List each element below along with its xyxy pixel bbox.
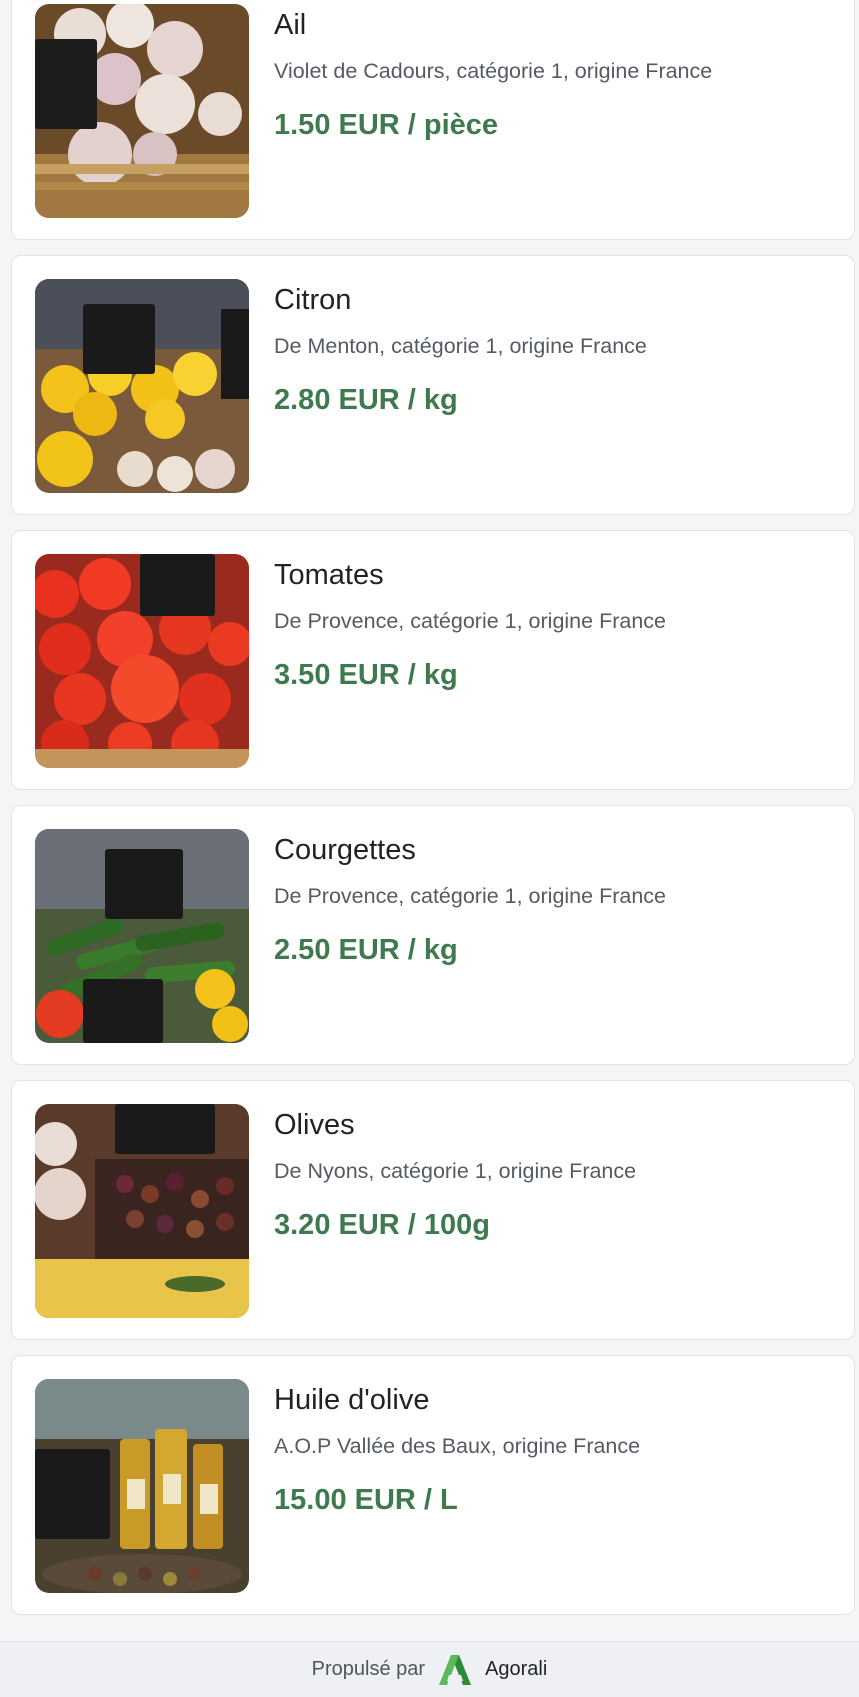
product-description: De Provence, catégorie 1, origine France bbox=[274, 884, 666, 908]
product-name: Courgettes bbox=[274, 834, 416, 866]
agorali-logo-icon[interactable] bbox=[437, 1653, 473, 1687]
olive-oil-photo bbox=[35, 1379, 249, 1593]
product-price: 1.50 EUR / pièce bbox=[274, 109, 499, 141]
powered-by-label: Propulsé par bbox=[311, 1658, 426, 1680]
product-card-citron[interactable]: Citron De Menton, catégorie 1, origine F… bbox=[11, 255, 855, 515]
tomato-photo bbox=[35, 554, 249, 768]
product-description: Violet de Cadours, catégorie 1, origine … bbox=[274, 59, 713, 83]
product-price: 15.00 EUR / L bbox=[274, 1484, 458, 1516]
product-name: Citron bbox=[274, 284, 352, 316]
product-card-ail[interactable]: Ail Violet de Cadours, catégorie 1, orig… bbox=[11, 0, 855, 240]
product-description: De Menton, catégorie 1, origine France bbox=[274, 334, 647, 358]
product-list: Ail Violet de Cadours, catégorie 1, orig… bbox=[11, 0, 855, 1630]
product-name: Huile d'olive bbox=[274, 1384, 430, 1416]
zucchini-photo bbox=[35, 829, 249, 1043]
product-card-olives[interactable]: Olives De Nyons, catégorie 1, origine Fr… bbox=[11, 1080, 855, 1340]
product-price: 2.80 EUR / kg bbox=[274, 384, 458, 416]
product-price: 3.50 EUR / kg bbox=[274, 659, 458, 691]
garlic-photo bbox=[35, 4, 249, 218]
product-name: Ail bbox=[274, 9, 307, 41]
product-card-courgettes[interactable]: Courgettes De Provence, catégorie 1, ori… bbox=[11, 805, 855, 1065]
product-price: 3.20 EUR / 100g bbox=[274, 1209, 490, 1241]
footer: Propulsé par Agorali bbox=[0, 1641, 859, 1697]
product-name: Olives bbox=[274, 1109, 355, 1141]
product-name: Tomates bbox=[274, 559, 384, 591]
lemon-photo bbox=[35, 279, 249, 493]
product-description: De Nyons, catégorie 1, origine France bbox=[274, 1159, 637, 1183]
olives-photo bbox=[35, 1104, 249, 1318]
brand-name[interactable]: Agorali bbox=[485, 1658, 547, 1681]
product-description: A.O.P Vallée des Baux, origine France bbox=[274, 1434, 641, 1458]
product-price: 2.50 EUR / kg bbox=[274, 934, 458, 966]
product-card-huile-olive[interactable]: Huile d'olive A.O.P Vallée des Baux, ori… bbox=[11, 1355, 855, 1615]
product-card-tomates[interactable]: Tomates De Provence, catégorie 1, origin… bbox=[11, 530, 855, 790]
product-description: De Provence, catégorie 1, origine France bbox=[274, 609, 666, 633]
